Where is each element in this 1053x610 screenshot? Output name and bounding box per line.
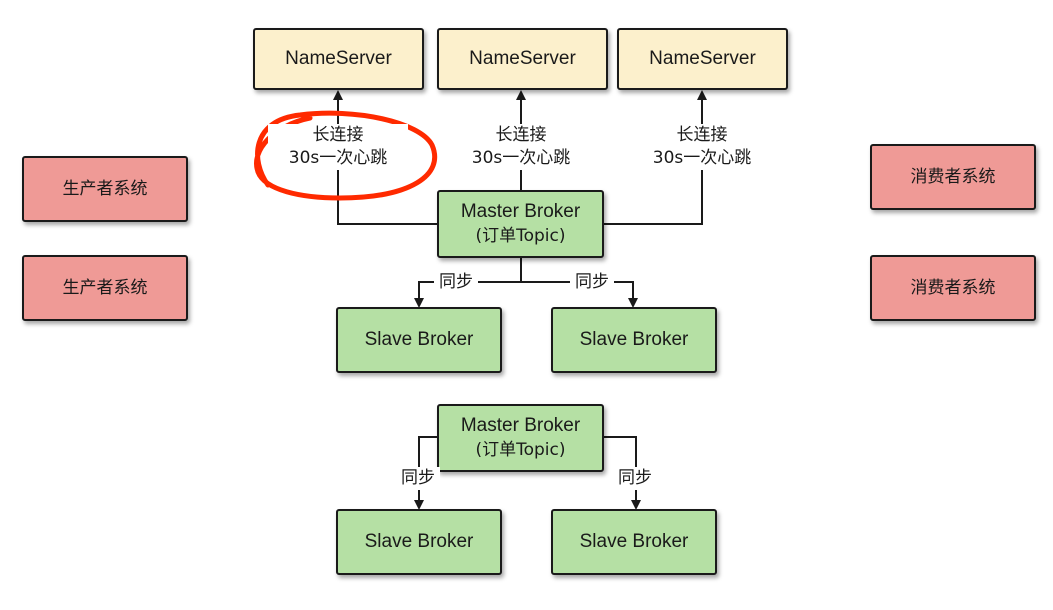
consumer-system-box: 消费者系统	[870, 144, 1036, 210]
connection-label-2: 长连接 30s一次心跳	[451, 124, 591, 170]
master-broker-box-1: Master Broker (订单Topic)	[437, 190, 604, 258]
sync-label: 同步	[434, 271, 478, 294]
master-broker-title: Master Broker	[460, 415, 581, 436]
slave-broker-box: Slave Broker	[551, 307, 717, 373]
connection-label-1: 长连接 30s一次心跳	[268, 124, 408, 170]
sync-label: 同步	[613, 467, 657, 490]
slave-broker-box: Slave Broker	[336, 307, 502, 373]
master-broker-box-2: Master Broker (订单Topic)	[437, 404, 604, 472]
consumer-system-box: 消费者系统	[870, 255, 1036, 321]
slave-broker-box: Slave Broker	[551, 509, 717, 575]
master-broker-title: Master Broker	[460, 201, 581, 222]
nameserver-label: NameServer	[649, 48, 756, 69]
producer-system-box: 生产者系统	[22, 156, 188, 222]
nameserver-label: NameServer	[285, 48, 392, 69]
slave-broker-box: Slave Broker	[336, 509, 502, 575]
connection-label-3: 长连接 30s一次心跳	[632, 124, 772, 170]
producer-system-box: 生产者系统	[22, 255, 188, 321]
sync-label: 同步	[396, 467, 440, 490]
nameserver-label: NameServer	[469, 48, 576, 69]
nameserver-box-2: NameServer	[437, 28, 608, 90]
sync-label: 同步	[570, 271, 614, 294]
nameserver-box-1: NameServer	[253, 28, 424, 90]
master-broker-topic: (订单Topic)	[475, 440, 566, 460]
master-broker-topic: (订单Topic)	[475, 226, 566, 246]
nameserver-box-3: NameServer	[617, 28, 788, 90]
